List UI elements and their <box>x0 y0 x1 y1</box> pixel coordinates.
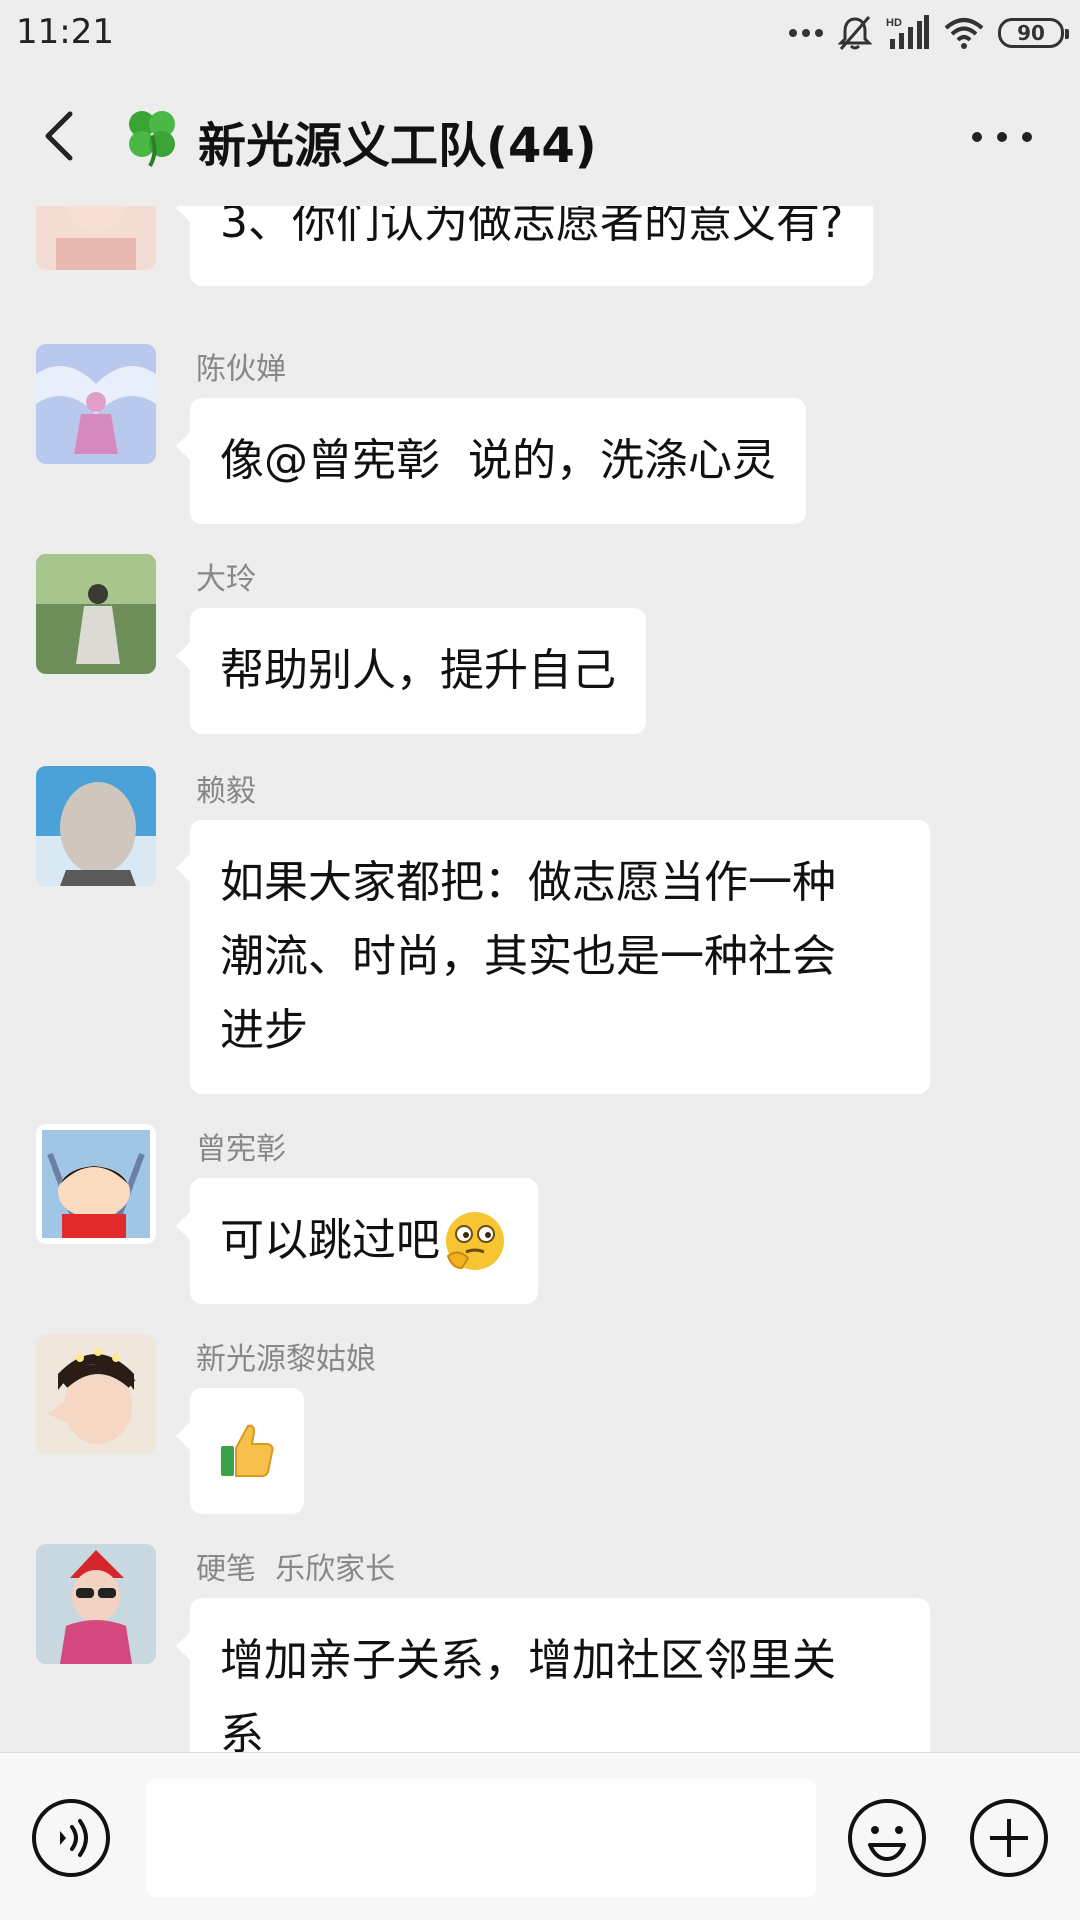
sender-name: 硬笔 乐欣家长 <box>196 1552 396 1587</box>
sender-name: 赖毅 <box>196 774 256 809</box>
avatar[interactable] <box>36 1334 156 1454</box>
more-dot <box>972 132 982 142</box>
sender-name: 大玲 <box>196 562 256 597</box>
chat-header: 新光源义工队(44) <box>0 66 1080 206</box>
status-time: 11:21 <box>16 12 114 52</box>
message-bubble[interactable] <box>176 1388 304 1514</box>
message-text: 如果大家都把：做志愿当作一种 潮流、时尚，其实也是一种社会 进步 <box>220 857 836 1056</box>
sender-name: 新光源黎姑娘 <box>196 1342 376 1377</box>
more-dot <box>997 132 1007 142</box>
battery-indicator: 90 <box>998 18 1069 48</box>
four-leaf-clover-icon <box>129 111 175 167</box>
thinking-face-icon <box>446 1212 504 1270</box>
more-dot <box>1022 132 1032 142</box>
message-text: 像@曾宪彰 说的，洗涤心灵 <box>220 435 776 486</box>
status-bar: 11:21 HD 90 <box>0 0 1080 66</box>
avatar[interactable] <box>36 1544 156 1664</box>
message-bubble[interactable]: 像@曾宪彰 说的，洗涤心灵 <box>176 398 806 524</box>
more-options-button[interactable] <box>972 122 1032 152</box>
status-icons: HD 90 <box>788 12 1069 54</box>
message-list[interactable]: 3、你们认为做志愿者的意义有? 陈伙婵 像@曾宪彰 说的，洗涤心灵 大玲 帮助别… <box>0 206 1080 1752</box>
plus-button[interactable] <box>968 1797 1050 1879</box>
message-input[interactable] <box>146 1779 816 1897</box>
message-text: 增加亲子关系，增加社区邻里关 系 <box>220 1635 836 1752</box>
message-bubble[interactable]: 增加亲子关系，增加社区邻里关 系 <box>176 1598 930 1752</box>
avatar[interactable] <box>36 1124 156 1244</box>
avatar[interactable] <box>36 554 156 674</box>
message-bubble[interactable]: 如果大家都把：做志愿当作一种 潮流、时尚，其实也是一种社会 进步 <box>176 820 930 1094</box>
input-bar <box>0 1752 1080 1920</box>
hd-label: HD <box>886 17 902 29</box>
emoji-button[interactable] <box>846 1797 928 1879</box>
message-bubble[interactable]: 帮助别人，提升自己 <box>176 608 646 734</box>
avatar[interactable] <box>36 344 156 464</box>
sender-name: 陈伙婵 <box>196 352 286 387</box>
back-button[interactable] <box>36 106 86 166</box>
message-bubble[interactable]: 可以跳过吧 <box>176 1178 538 1304</box>
avatar[interactable] <box>36 206 156 270</box>
message-bubble[interactable]: 3、你们认为做志愿者的意义有? <box>175 206 874 286</box>
sender-name: 曾宪彰 <box>196 1132 286 1167</box>
message-text: 3、你们认为做志愿者的意义有? <box>220 206 844 248</box>
chat-title: 新光源义工队(44) <box>198 118 597 174</box>
voice-button[interactable] <box>30 1797 112 1879</box>
signal-icon: HD <box>886 15 929 49</box>
avatar[interactable] <box>36 766 156 886</box>
bell-muted-icon <box>838 16 872 50</box>
thumbs-up-icon <box>221 1424 274 1477</box>
message-text: 帮助别人，提升自己 <box>220 645 616 696</box>
wifi-icon <box>944 18 984 49</box>
message-text: 可以跳过吧 <box>220 1215 440 1266</box>
more-status-icon <box>789 29 823 37</box>
